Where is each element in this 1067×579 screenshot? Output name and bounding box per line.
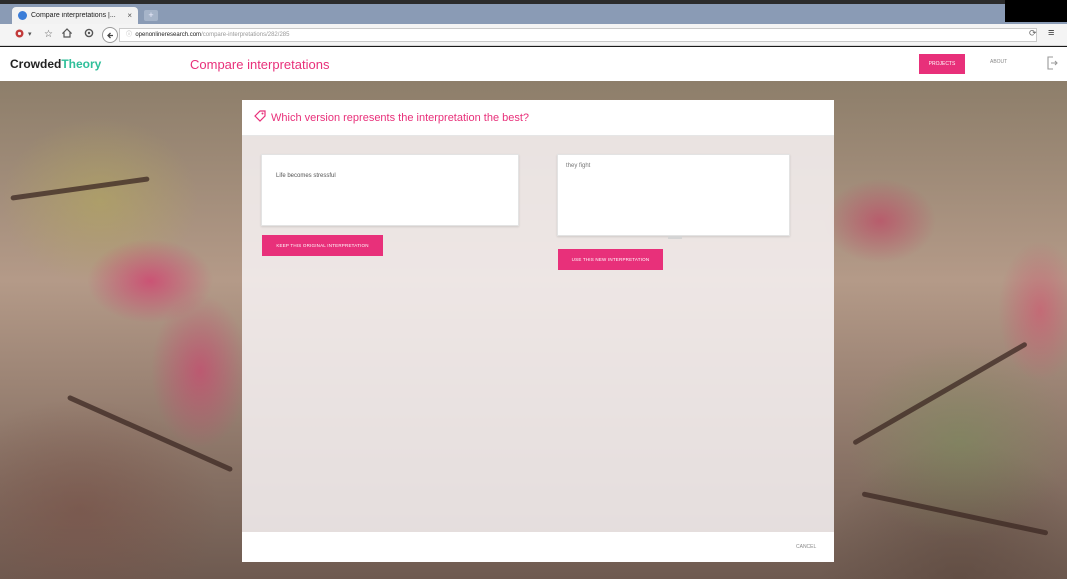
tab-close-icon[interactable]: ×	[127, 11, 132, 20]
brand-logo[interactable]: CrowdedTheory	[10, 57, 101, 71]
compare-dialog: Which version represents the interpretat…	[242, 100, 834, 562]
branch-shape	[852, 341, 1028, 446]
about-link[interactable]: ABOUT	[990, 59, 1007, 65]
branch-shape	[66, 394, 234, 473]
new-interpretation-text: they fight	[566, 163, 591, 169]
chevron-down-icon[interactable]: ▾	[28, 28, 32, 41]
use-new-button[interactable]: USE THIS NEW INTERPRETATION	[558, 249, 663, 270]
new-interpretation-textarea[interactable]: they fight	[557, 154, 790, 236]
info-icon: ⓘ	[126, 32, 136, 38]
browser-tab-bar: Compare interpretations |... × +	[0, 0, 1067, 24]
settings-icon[interactable]	[14, 28, 25, 43]
dialog-footer: CANCEL	[242, 532, 834, 562]
dialog-question: Which version represents the interpretat…	[271, 112, 530, 124]
home-icon[interactable]	[61, 28, 73, 42]
logout-icon[interactable]	[1046, 56, 1058, 70]
url-host: openonlineresearch.com	[135, 32, 202, 38]
dialog-header: Which version represents the interpretat…	[242, 100, 834, 136]
back-button[interactable]	[102, 27, 118, 43]
url-path: /compare-interpretations/282/285	[201, 32, 290, 38]
star-icon[interactable]: ☆	[44, 28, 53, 41]
branch-shape	[861, 491, 1049, 536]
cancel-button[interactable]: CANCEL	[796, 544, 816, 550]
brand-name-part1: Crowded	[10, 57, 62, 71]
sync-icon[interactable]	[84, 28, 94, 42]
reload-icon[interactable]: ⟳	[1029, 28, 1037, 39]
original-interpretation-card: Life becomes stressful	[261, 154, 519, 226]
favicon-icon	[18, 11, 27, 20]
tag-icon	[253, 110, 267, 124]
page-title: Compare interpretations	[190, 57, 330, 72]
brand-name-part2: Theory	[61, 57, 102, 71]
branch-shape	[10, 176, 150, 201]
tab-title: Compare interpretations |...	[31, 12, 116, 19]
browser-tab[interactable]: Compare interpretations |... ×	[12, 7, 138, 24]
textarea-resize-handle[interactable]	[668, 236, 682, 239]
window-controls	[1005, 0, 1067, 22]
new-tab-button[interactable]: +	[144, 10, 158, 21]
keep-original-button[interactable]: KEEP THIS ORIGINAL INTERPRETATION	[262, 235, 383, 256]
original-interpretation-text: Life becomes stressful	[276, 173, 336, 179]
dialog-body: Life becomes stressful KEEP THIS ORIGINA…	[242, 136, 834, 532]
browser-toolbar: ▾ ☆ ⓘ openonlineresearch.com/compare-int…	[0, 24, 1067, 46]
menu-icon[interactable]: ≡	[1048, 27, 1054, 39]
projects-button[interactable]: PROJECTS	[919, 54, 965, 74]
tab-strip	[0, 4, 1067, 24]
address-bar[interactable]: ⓘ openonlineresearch.com/compare-interpr…	[119, 28, 1037, 42]
app-header: CrowdedTheory Compare interpretations PR…	[0, 47, 1067, 81]
